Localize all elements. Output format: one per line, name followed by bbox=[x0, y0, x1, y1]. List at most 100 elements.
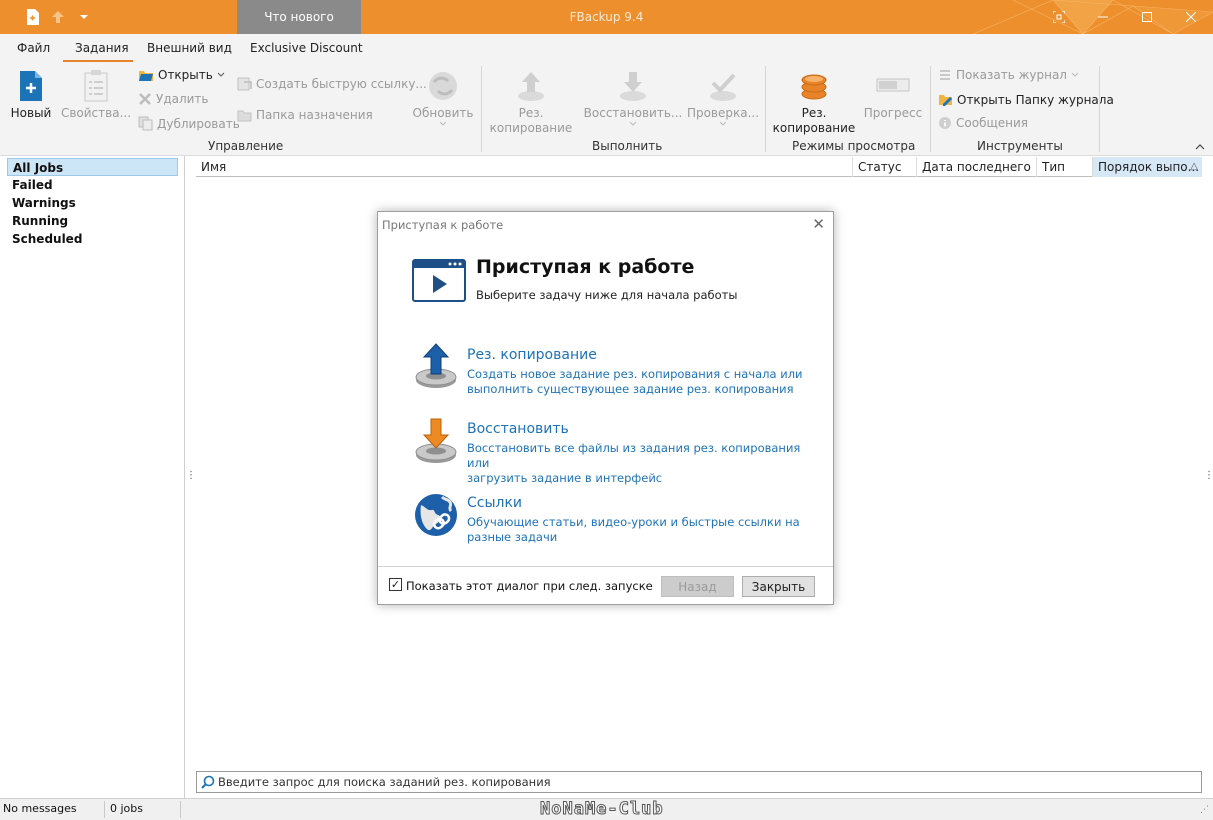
run-restore-button[interactable]: Восстановить... bbox=[583, 70, 683, 131]
filter-warnings[interactable]: Warnings bbox=[7, 194, 178, 212]
new-job-button[interactable]: Новый bbox=[10, 70, 52, 121]
globe-links-icon[interactable] bbox=[414, 491, 460, 539]
show-on-startup-label[interactable]: Показать этот диалог при след. запуске bbox=[406, 579, 653, 593]
open-log-folder-label: Открыть Папку журнала bbox=[957, 92, 1114, 107]
group-label-views: Режимы просмотра bbox=[792, 139, 916, 153]
properties-label: Свойства... bbox=[60, 106, 132, 120]
jobs-grid-header: Имя Статус Дата последнего ... Тип Поряд… bbox=[196, 157, 1202, 177]
refresh-globe-icon bbox=[429, 72, 457, 100]
duplicate-job-button[interactable]: Дублировать bbox=[138, 116, 240, 131]
delete-icon bbox=[139, 93, 151, 105]
quick-access-dropdown-icon[interactable] bbox=[76, 8, 92, 26]
destination-folder-label: Папка назначения bbox=[256, 108, 373, 122]
option-links-description: Обучающие статьи, видео-уроки и быстрые … bbox=[467, 515, 807, 545]
run-backup-button[interactable]: Рез. копирование bbox=[488, 70, 574, 136]
dialog-subtitle: Выберите задачу ниже для начала работы bbox=[476, 288, 738, 302]
collapse-ribbon-icon[interactable] bbox=[1195, 142, 1205, 153]
filter-running[interactable]: Running bbox=[7, 212, 178, 230]
column-run-order-label: Порядок выпо... bbox=[1098, 160, 1200, 174]
backup-icon[interactable] bbox=[414, 342, 458, 390]
view-backup-button[interactable]: Рез. копирование bbox=[772, 70, 856, 136]
run-restore-label: Восстановить... bbox=[583, 106, 683, 120]
option-restore-title[interactable]: Восстановить bbox=[467, 421, 569, 437]
verify-label: Проверка... bbox=[686, 106, 760, 120]
duplicate-job-label: Дублировать bbox=[157, 116, 240, 131]
show-log-label: Показать журнал bbox=[956, 68, 1067, 82]
option-links-title[interactable]: Ссылки bbox=[467, 495, 522, 511]
chevron-down-icon bbox=[629, 121, 637, 126]
column-status[interactable]: Статус bbox=[852, 157, 916, 177]
menu-bar: Файл Задания Внешний вид Exclusive Disco… bbox=[0, 34, 1213, 62]
dialog-heading: Приступая к работе bbox=[476, 256, 695, 278]
duplicate-icon bbox=[138, 116, 153, 131]
status-separator bbox=[180, 801, 181, 818]
create-quick-link-button[interactable]: Создать быструю ссылку... bbox=[237, 76, 427, 91]
column-last-date[interactable]: Дата последнего ... bbox=[916, 157, 1036, 177]
minimize-icon bbox=[1098, 16, 1108, 18]
group-label-tools: Инструменты bbox=[977, 139, 1063, 153]
refresh-button[interactable]: Обновить bbox=[412, 70, 474, 131]
view-backup-label-2: копирование bbox=[772, 121, 856, 135]
new-job-icon bbox=[20, 71, 42, 101]
properties-button[interactable]: Свойства... bbox=[60, 70, 132, 121]
verify-button[interactable]: Проверка... bbox=[686, 70, 760, 131]
destination-folder-button[interactable]: Папка назначения bbox=[237, 108, 373, 122]
search-input[interactable] bbox=[218, 775, 1201, 789]
whats-new-tab[interactable]: Что нового bbox=[237, 0, 361, 34]
messages-button[interactable]: Сообщения bbox=[938, 116, 1028, 130]
tab-file[interactable]: Файл bbox=[17, 41, 50, 55]
dialog-footer-divider bbox=[378, 566, 833, 567]
option-links-desc-line2: разные задачи bbox=[467, 530, 558, 544]
view-progress-button[interactable]: Прогресс bbox=[862, 70, 924, 121]
up-arrow-icon[interactable] bbox=[50, 8, 66, 26]
log-list-icon bbox=[940, 70, 950, 80]
status-separator bbox=[104, 801, 105, 818]
show-on-startup-checkbox[interactable]: ✓ bbox=[389, 578, 402, 591]
search-icon bbox=[201, 775, 215, 789]
status-messages: No messages bbox=[3, 802, 77, 815]
database-stack-icon bbox=[801, 74, 827, 100]
column-type[interactable]: Тип bbox=[1036, 157, 1092, 177]
getting-started-window-icon bbox=[412, 259, 466, 302]
back-button[interactable]: Назад bbox=[661, 576, 734, 597]
tab-view[interactable]: Внешний вид bbox=[147, 41, 232, 55]
dialog-title: Приступая к работе bbox=[382, 218, 504, 232]
show-log-button[interactable]: Показать журнал bbox=[938, 68, 1079, 82]
option-restore-desc-line2: загрузить задание в интерфейс bbox=[467, 471, 663, 485]
maximize-icon bbox=[1142, 12, 1152, 22]
column-name[interactable]: Имя bbox=[196, 157, 852, 177]
new-file-icon[interactable] bbox=[24, 8, 40, 26]
properties-icon bbox=[84, 70, 108, 102]
restore-icon[interactable] bbox=[414, 417, 458, 465]
fullscreen-icon bbox=[1053, 11, 1065, 23]
maximize-button[interactable] bbox=[1125, 0, 1169, 34]
quick-link-icon bbox=[237, 77, 252, 91]
view-backup-label-1: Рез. bbox=[801, 106, 827, 120]
ribbon-separator bbox=[481, 66, 482, 152]
title-bar: Что нового FBackup 9.4 bbox=[0, 0, 1213, 34]
restore-disabled-icon bbox=[620, 72, 646, 101]
info-icon bbox=[939, 117, 951, 129]
status-bar: No messages 0 jobs NoNaMe-Club ⋰ bbox=[0, 798, 1213, 820]
open-job-button[interactable]: Открыть bbox=[138, 68, 225, 82]
dialog-close-icon[interactable]: ✕ bbox=[812, 215, 825, 233]
tab-exclusive-discount[interactable]: Exclusive Discount bbox=[250, 41, 363, 55]
view-progress-label: Прогресс bbox=[863, 106, 923, 120]
minimize-button[interactable] bbox=[1081, 0, 1125, 34]
option-backup-title[interactable]: Рез. копирование bbox=[467, 347, 597, 363]
open-log-folder-button[interactable]: Открыть Папку журнала bbox=[938, 92, 1114, 107]
filter-failed[interactable]: Failed bbox=[7, 176, 178, 194]
tab-jobs[interactable]: Задания bbox=[75, 41, 129, 55]
log-folder-icon bbox=[939, 95, 952, 106]
filter-all-jobs[interactable]: All Jobs bbox=[7, 158, 178, 176]
delete-job-button[interactable]: Удалить bbox=[138, 92, 209, 106]
filter-scheduled[interactable]: Scheduled bbox=[7, 230, 178, 248]
column-run-order[interactable]: Порядок выпо... △ bbox=[1092, 157, 1202, 177]
fullscreen-button[interactable] bbox=[1037, 0, 1081, 34]
dialog-close-button[interactable]: Закрыть bbox=[742, 576, 815, 597]
splitter-handle-right[interactable]: ⋮ bbox=[1204, 470, 1213, 481]
close-button[interactable] bbox=[1169, 0, 1213, 34]
ribbon-separator bbox=[765, 66, 766, 152]
splitter-handle-left[interactable]: ⋮ bbox=[186, 470, 196, 481]
resize-grip-icon[interactable]: ⋰ bbox=[1200, 805, 1209, 815]
